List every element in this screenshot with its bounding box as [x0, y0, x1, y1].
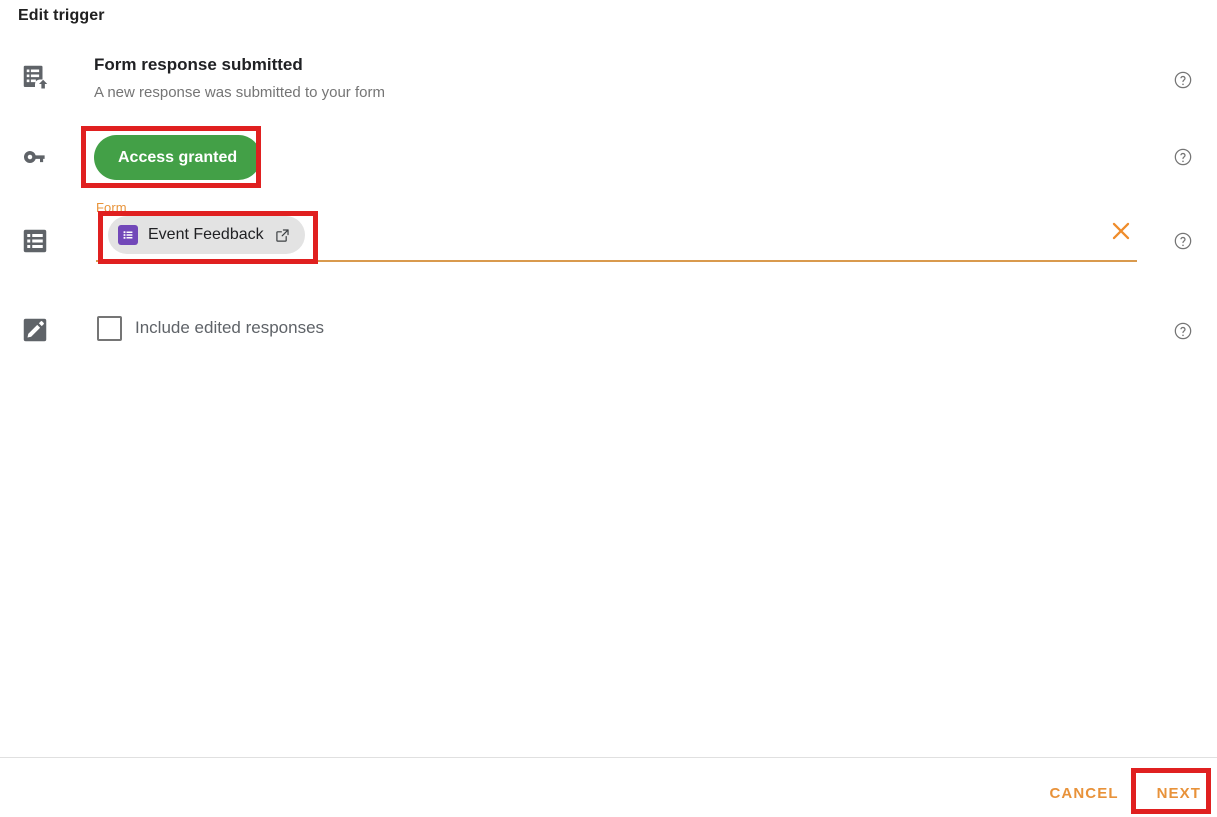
clear-form-button[interactable] — [1108, 218, 1134, 244]
form-chip-label: Event Feedback — [148, 226, 264, 243]
page-title: Edit trigger — [18, 7, 105, 24]
help-icon[interactable] — [1173, 321, 1193, 341]
external-link-icon[interactable] — [274, 227, 291, 244]
help-icon[interactable] — [1173, 147, 1193, 167]
trigger-type-row: Form response submitted A new response w… — [0, 52, 1217, 112]
access-granted-label: Access granted — [118, 148, 238, 166]
footer-actions: CANCEL NEXT — [1033, 770, 1217, 816]
footer-divider — [0, 757, 1217, 758]
help-icon[interactable] — [1173, 231, 1193, 251]
list-icon — [20, 226, 50, 256]
pencil-icon — [20, 315, 50, 345]
access-granted-button[interactable]: Access granted — [94, 135, 262, 180]
help-icon[interactable] — [1173, 70, 1193, 90]
access-row: Access granted — [0, 128, 1217, 188]
trigger-title: Form response submitted — [94, 55, 303, 74]
next-button[interactable]: NEXT — [1141, 775, 1217, 812]
google-forms-icon — [118, 225, 138, 245]
form-upload-icon — [20, 62, 50, 92]
key-icon — [20, 142, 50, 172]
include-edited-checkbox[interactable] — [97, 316, 122, 341]
trigger-subtitle: A new response was submitted to your for… — [94, 84, 385, 101]
form-field-underline — [96, 260, 1137, 262]
form-picker-row: Form Event Feedback — [0, 200, 1217, 270]
include-edited-row: Include edited responses — [0, 303, 1217, 357]
form-chip[interactable]: Event Feedback — [108, 216, 305, 254]
form-field-label: Form — [96, 200, 127, 215]
cancel-button[interactable]: CANCEL — [1033, 775, 1134, 812]
include-edited-label[interactable]: Include edited responses — [135, 318, 324, 338]
